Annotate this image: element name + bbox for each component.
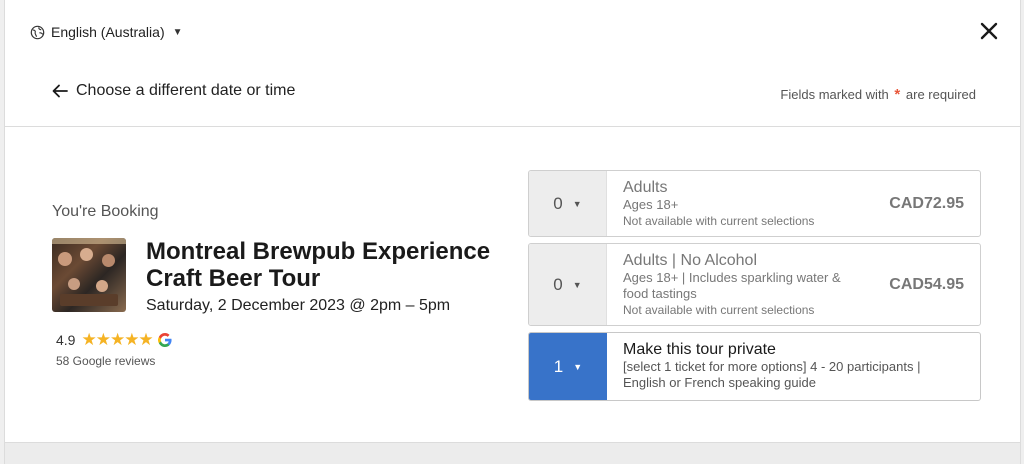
rating-score: 4.9 (56, 332, 76, 348)
close-icon (980, 22, 998, 40)
back-link[interactable]: Choose a different date or time (52, 82, 295, 100)
arrow-left-icon (52, 84, 68, 98)
booking-label: You're Booking (52, 203, 159, 220)
ticket-adults: 0 ▼ Adults Ages 18+ Not available with c… (528, 170, 981, 237)
tour-thumbnail (52, 238, 126, 312)
caret-down-icon: ▼ (172, 26, 183, 38)
quantity-select-adults-no-alcohol[interactable]: 0 ▼ (529, 244, 607, 325)
tour-title: Montreal Brewpub Experience Craft Beer T… (146, 238, 491, 292)
quantity-value: 0 (553, 274, 563, 294)
ticket-info: Adults Ages 18+ Not available with curre… (607, 171, 980, 236)
quantity-select-private-tour[interactable]: 1 ▼ (529, 333, 607, 400)
rating: 4.9 ★★★★★ (56, 330, 172, 350)
required-note: Fields marked with * are required (780, 86, 976, 103)
back-label: Choose a different date or time (76, 82, 296, 99)
caret-down-icon: ▼ (572, 198, 582, 209)
google-icon (157, 333, 172, 347)
ticket-price: CAD72.95 (889, 195, 964, 212)
required-suffix: are required (905, 87, 976, 102)
star-rating-icon: ★★★★★ (81, 330, 153, 349)
ticket-adults-no-alcohol: 0 ▼ Adults | No Alcohol Ages 18+ | Inclu… (528, 243, 981, 326)
ticket-name: Make this tour private (623, 341, 776, 358)
ticket-info: Adults | No Alcohol Ages 18+ | Includes … (607, 244, 980, 325)
ticket-name: Adults | No Alcohol (623, 252, 758, 269)
booking-modal: English (Australia) ▼ Choose a different… (4, 0, 1021, 443)
tour-date: Saturday, 2 December 2023 @ 2pm – 5pm (146, 297, 451, 314)
header-divider (5, 126, 1020, 127)
ticket-description: [select 1 ticket for more options] 4 - 2… (623, 359, 921, 390)
ticket-price: CAD54.95 (889, 276, 964, 293)
ticket-availability-note: Not available with current selections (623, 214, 815, 228)
close-button[interactable] (978, 20, 1000, 42)
globe-icon (30, 25, 45, 39)
review-count: 58 Google reviews (56, 354, 156, 368)
ticket-availability-note: Not available with current selections (623, 303, 815, 317)
quantity-value: 0 (553, 193, 563, 213)
ticket-description: Ages 18+ | Includes sparkling water & fo… (623, 270, 841, 301)
footer-strip (4, 443, 1021, 464)
ticket-info: Make this tour private [select 1 ticket … (607, 333, 980, 400)
required-star: * (894, 86, 901, 103)
quantity-select-adults[interactable]: 0 ▼ (529, 171, 607, 236)
ticket-private-tour: 1 ▼ Make this tour private [select 1 tic… (528, 332, 981, 401)
language-label: English (Australia) (51, 24, 165, 40)
quantity-value: 1 (553, 356, 564, 376)
caret-down-icon: ▼ (572, 279, 582, 290)
caret-down-icon: ▼ (573, 361, 583, 372)
language-selector[interactable]: English (Australia) ▼ (30, 22, 183, 42)
required-prefix: Fields marked with (780, 87, 889, 102)
